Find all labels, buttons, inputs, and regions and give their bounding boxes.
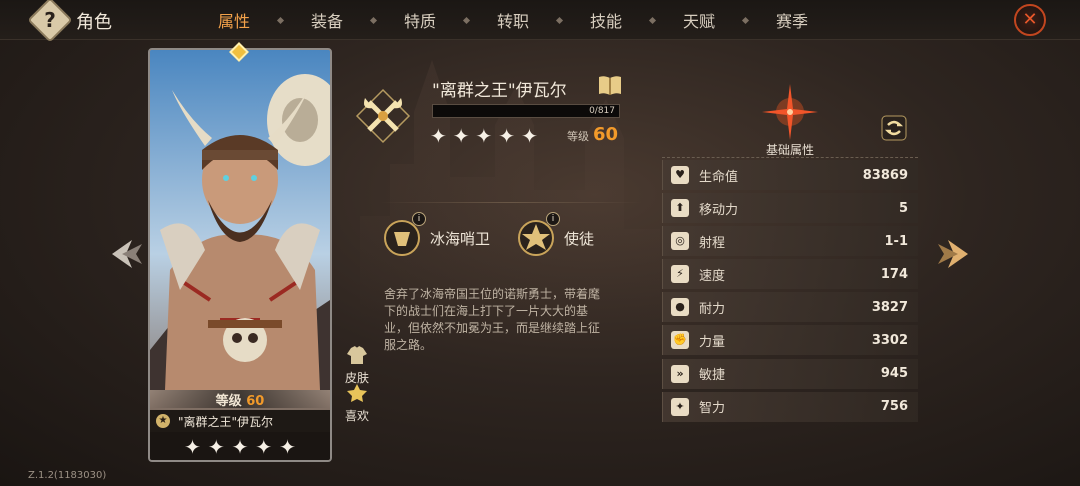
stat-row-speed: ⚡ 速度 174 xyxy=(662,259,918,290)
skin-icon xyxy=(347,346,367,364)
star-icon: ✦ xyxy=(207,435,225,459)
next-hero-arrow-icon[interactable] xyxy=(936,236,972,272)
card-level: 等级 60 xyxy=(150,390,330,409)
stat-row-hp: ♥ 生命值 83869 xyxy=(662,160,918,190)
tab-attributes[interactable]: 属性 xyxy=(190,0,278,40)
star-icon: ✦ xyxy=(430,124,447,148)
book-icon[interactable] xyxy=(598,74,622,96)
stat-row-strength: ✊ 力量 3302 xyxy=(662,325,918,356)
stats-title: 基础属性 xyxy=(662,144,918,158)
hero-card[interactable]: 等级 60 ★ "离群之王"伊瓦尔 ✦ ✦ ✦ ✦ ✦ xyxy=(148,48,332,462)
tab-traits[interactable]: 特质 xyxy=(376,8,464,32)
hero-star-rating: ✦ ✦ ✦ ✦ ✦ xyxy=(430,124,538,148)
tab-class-change[interactable]: 转职 xyxy=(469,8,557,32)
info-icon[interactable]: i xyxy=(546,212,560,226)
hero-level: 等级 60 xyxy=(567,124,619,145)
tab-equipment[interactable]: 装备 xyxy=(283,8,371,32)
star-icon: ✦ xyxy=(452,124,470,148)
stat-row-movement: ⬆ 移动力 5 xyxy=(662,193,918,224)
tab-talents[interactable]: 天赋 xyxy=(655,8,743,32)
stats-list: ♥ 生命值 83869 ⬆ 移动力 5 ◎ 射程 1-1 ⚡ 速度 174 ● … xyxy=(662,160,918,425)
top-bar: ? 角色 属性 装备 特质 转职 技能 天赋 赛季 ✕ xyxy=(0,0,1080,43)
target-icon: ◎ xyxy=(671,232,689,251)
favorite-label: 喜欢 xyxy=(344,409,369,423)
agility-icon: » xyxy=(671,364,689,383)
compass-star-icon xyxy=(762,84,818,140)
stat-row-intellect: ✦ 智力 756 xyxy=(662,391,918,422)
speed-icon: ⚡ xyxy=(671,265,689,284)
stat-row-agility: » 敏捷 945 xyxy=(662,358,918,389)
experience-text: 0/817 xyxy=(589,106,615,116)
trait-race-label: 使徒 xyxy=(564,229,595,248)
faction-emblem-icon: i xyxy=(382,212,426,258)
close-button[interactable]: ✕ xyxy=(1014,4,1046,36)
hero-portrait xyxy=(150,50,330,390)
stat-row-endurance: ● 耐力 3827 xyxy=(662,292,918,323)
trait-race[interactable]: i 使徒 xyxy=(516,212,595,258)
trait-faction-label: 冰海哨卫 xyxy=(430,229,491,248)
star-icon: ✦ xyxy=(521,124,538,148)
favorite-badge-icon: ★ xyxy=(156,414,170,428)
stat-row-range: ◎ 射程 1-1 xyxy=(662,226,918,257)
star-icon: ✦ xyxy=(184,435,201,459)
card-hero-name: "离群之王"伊瓦尔 xyxy=(178,414,274,429)
star-icon: ✦ xyxy=(279,435,296,459)
skin-button[interactable]: 皮肤 xyxy=(342,346,372,386)
boot-icon: ⬆ xyxy=(671,199,689,218)
star-icon xyxy=(347,384,367,402)
tab-skills[interactable]: 技能 xyxy=(562,8,650,32)
divider xyxy=(380,202,642,203)
star-icon: ✦ xyxy=(475,124,493,148)
help-icon[interactable]: ? xyxy=(27,0,73,43)
class-axe-emblem-icon xyxy=(355,88,411,144)
trait-faction[interactable]: i 冰海哨卫 xyxy=(382,212,491,258)
hero-description: 舍弃了冰海帝国王位的诺斯勇士，带着麾下的战士们在海上打下了一片大大的基业，但依然… xyxy=(384,287,601,352)
hero-title: "离群之王"伊瓦尔 xyxy=(432,81,567,101)
endurance-icon: ● xyxy=(671,298,689,317)
strength-icon: ✊ xyxy=(671,331,689,350)
star-icon: ✦ xyxy=(255,435,273,459)
page-title: 角色 xyxy=(76,12,112,33)
version-label: Z.1.2(1183030) xyxy=(28,470,107,481)
previous-hero-arrow-icon[interactable] xyxy=(108,236,144,272)
tab-season[interactable]: 赛季 xyxy=(748,8,836,32)
swap-view-icon[interactable] xyxy=(880,114,908,142)
star-icon: ✦ xyxy=(498,124,516,148)
info-icon[interactable]: i xyxy=(412,212,426,226)
favorite-button[interactable]: 喜欢 xyxy=(342,384,372,424)
card-star-rating: ✦ ✦ ✦ ✦ ✦ xyxy=(150,432,330,460)
star-icon: ✦ xyxy=(231,435,249,459)
heart-icon: ♥ xyxy=(671,166,689,184)
intellect-icon: ✦ xyxy=(671,397,689,416)
race-emblem-icon: i xyxy=(516,212,560,258)
tab-bar: 属性 装备 特质 转职 技能 天赋 赛季 xyxy=(190,0,836,40)
card-name-row: ★ "离群之王"伊瓦尔 xyxy=(150,410,330,432)
experience-bar: 0/817 xyxy=(432,104,620,118)
